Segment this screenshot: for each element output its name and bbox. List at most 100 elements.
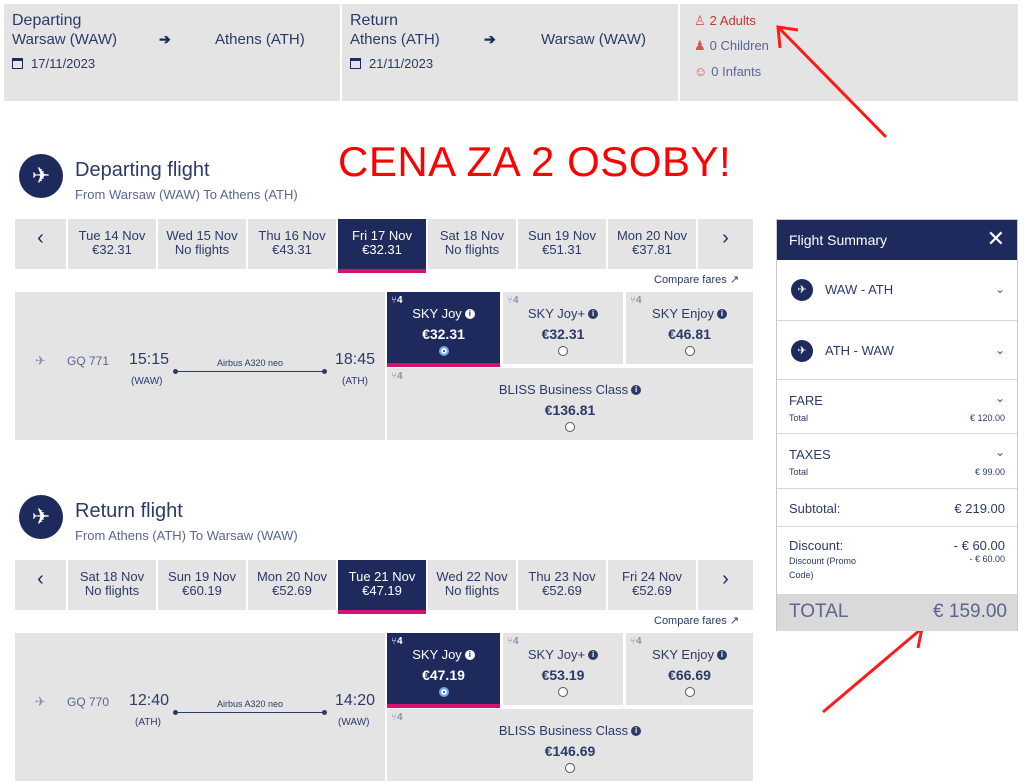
adults-count[interactable]: ♙ 2 Adults	[694, 13, 756, 29]
fare-radio[interactable]	[565, 422, 575, 432]
date-tab[interactable]: Sun 19 Nov €60.19	[158, 560, 246, 610]
date-tab[interactable]: Thu 23 Nov €52.69	[518, 560, 606, 610]
date-tab[interactable]: Sun 19 Nov €51.31	[518, 219, 606, 269]
seat-count: 4	[397, 295, 403, 306]
route-label: WAW - ATH	[825, 282, 894, 297]
info-icon[interactable]: i	[588, 650, 599, 660]
date-tab[interactable]: Wed 15 Nov No flights	[158, 219, 246, 269]
info-icon[interactable]: i	[716, 309, 727, 319]
next-dates-button[interactable]: ›	[698, 560, 753, 610]
children-count[interactable]: ♟ 0 Children	[694, 38, 769, 54]
arrow-right-icon: ➔	[484, 31, 496, 47]
seat-count: 4	[513, 295, 519, 306]
departing-search-box[interactable]: Departing Warsaw (WAW) ➔ Athens (ATH) 17…	[4, 4, 342, 101]
date-tab[interactable]: Mon 20 Nov €52.69	[248, 560, 336, 610]
taxes-total-label: Total	[789, 467, 809, 477]
summary-route-outbound[interactable]: ✈ WAW - ATH ⌄	[777, 260, 1017, 321]
fare-option-business[interactable]: ⑂4 BLISS Business Class i €136.81	[387, 368, 753, 440]
date-tab[interactable]: Sat 18 Nov No flights	[68, 560, 156, 610]
infants-count[interactable]: ☺ 0 Infants	[694, 64, 761, 79]
fare-option-business[interactable]: ⑂4 BLISS Business Class i €146.69	[387, 709, 753, 781]
date-tab[interactable]: Tue 14 Nov €32.31	[68, 219, 156, 269]
fare-radio[interactable]	[558, 346, 568, 356]
fare-option[interactable]: ⑂4 SKY Joy+ i €53.19	[503, 633, 623, 705]
date-tab[interactable]: Mon 20 Nov €37.81	[608, 219, 696, 269]
fare-total-value: € 120.00	[969, 413, 1005, 423]
chevron-left-icon: ‹	[37, 568, 44, 590]
fare-option[interactable]: ⑂4 SKY Joy+ i €32.31	[503, 292, 623, 364]
info-icon[interactable]: i	[631, 726, 642, 736]
date-price: €52.69	[632, 583, 672, 598]
return-date-strip: ‹ Sat 18 Nov No flights Sun 19 Nov €60.19 …	[15, 560, 753, 614]
calendar-icon	[12, 58, 23, 69]
date-tab-selected[interactable]: Fri 17 Nov €32.31	[338, 219, 426, 273]
date-label: Sat 18 Nov	[79, 569, 145, 584]
summary-route-return[interactable]: ✈ ATH - WAW ⌄	[777, 321, 1017, 380]
info-icon[interactable]: i	[588, 309, 599, 319]
fare-option[interactable]: ⑂4 SKY Enjoy i €66.69	[626, 633, 753, 705]
info-icon[interactable]: i	[464, 650, 475, 660]
departing-label: Departing	[12, 12, 82, 29]
fare-radio[interactable]	[558, 687, 568, 697]
fare-name-text: SKY Joy+	[527, 306, 586, 321]
passengers-box[interactable]: ♙ 2 Adults ♟ 0 Children ☺ 0 Infants	[680, 4, 1018, 101]
seat-count: 4	[513, 636, 519, 647]
child-icon: ♟	[694, 38, 706, 53]
infants-text: 0 Infants	[711, 64, 762, 79]
return-date: 21/11/2023	[350, 56, 433, 71]
fare-name-text: SKY Enjoy	[652, 306, 714, 321]
fare-price: €46.81	[668, 326, 711, 342]
date-price: €43.31	[272, 242, 312, 257]
flight-path-line	[175, 712, 325, 713]
date-price: €60.19	[182, 583, 222, 598]
date-tab[interactable]: Fri 24 Nov €52.69	[608, 560, 696, 610]
close-icon[interactable]: ✕	[987, 220, 1005, 258]
date-price: No flights	[444, 583, 500, 598]
seat-count: 4	[397, 636, 403, 647]
summary-taxes-row[interactable]: TAXES ⌄ Total € 99.00	[777, 434, 1017, 489]
info-icon[interactable]: i	[631, 385, 642, 395]
fare-label: FARE	[789, 393, 823, 408]
summary-fare-row[interactable]: FARE ⌄ Total € 120.00	[777, 380, 1017, 434]
return-label: Return	[350, 12, 399, 29]
fare-radio[interactable]	[684, 346, 695, 356]
fare-option-selected[interactable]: ⑂4 SKY Joy i €32.31	[387, 292, 500, 367]
date-label: Tue 21 Nov	[348, 569, 416, 584]
fare-radio[interactable]	[565, 763, 575, 773]
date-tab[interactable]: Wed 22 Nov No flights	[428, 560, 516, 610]
prev-dates-button[interactable]: ‹	[15, 560, 66, 610]
date-label: Tue 14 Nov	[78, 228, 146, 243]
next-dates-button[interactable]: ›	[698, 219, 753, 269]
arrival-airport: (WAW)	[338, 717, 370, 728]
seat-count: 4	[636, 295, 642, 306]
info-icon[interactable]: i	[464, 309, 475, 319]
arrival-time: 14:20	[335, 692, 376, 709]
departing-date: 17/11/2023	[12, 56, 95, 71]
fare-name-text: BLISS Business Class	[498, 382, 629, 397]
chevron-right-icon: ›	[722, 568, 729, 590]
departure-airport: (WAW)	[131, 376, 163, 387]
date-price: No flights	[444, 242, 500, 257]
compare-fares-link[interactable]: Compare fares ↗	[654, 614, 739, 627]
prev-dates-button[interactable]: ‹	[15, 219, 66, 269]
fare-radio[interactable]	[684, 687, 695, 697]
fare-option-selected[interactable]: ⑂4 SKY Joy i €47.19	[387, 633, 500, 708]
date-tab[interactable]: Thu 16 Nov €43.31	[248, 219, 336, 269]
arrow-right-icon: ➔	[159, 31, 171, 47]
chevron-down-icon: ⌄	[994, 343, 1005, 357]
children-text: 0 Children	[709, 38, 769, 53]
date-tab[interactable]: Sat 18 Nov No flights	[428, 219, 516, 269]
infant-icon: ☺	[694, 64, 708, 79]
compare-fares-link[interactable]: Compare fares ↗	[654, 273, 739, 286]
promo-value: - € 60.00	[969, 554, 1005, 564]
info-icon[interactable]: i	[716, 650, 727, 660]
return-search-box[interactable]: Return Athens (ATH) ➔ Warsaw (WAW) 21/11…	[342, 4, 680, 101]
flight-path-line	[175, 371, 325, 372]
fare-radio[interactable]	[438, 687, 449, 697]
date-tab-selected[interactable]: Tue 21 Nov €47.19	[338, 560, 426, 614]
fare-option[interactable]: ⑂4 SKY Enjoy i €46.81	[626, 292, 753, 364]
departing-to: Athens (ATH)	[215, 31, 305, 48]
discount-value: - € 60.00	[953, 538, 1005, 553]
subtotal-label: Subtotal:	[789, 501, 841, 516]
fare-radio[interactable]	[438, 346, 449, 356]
